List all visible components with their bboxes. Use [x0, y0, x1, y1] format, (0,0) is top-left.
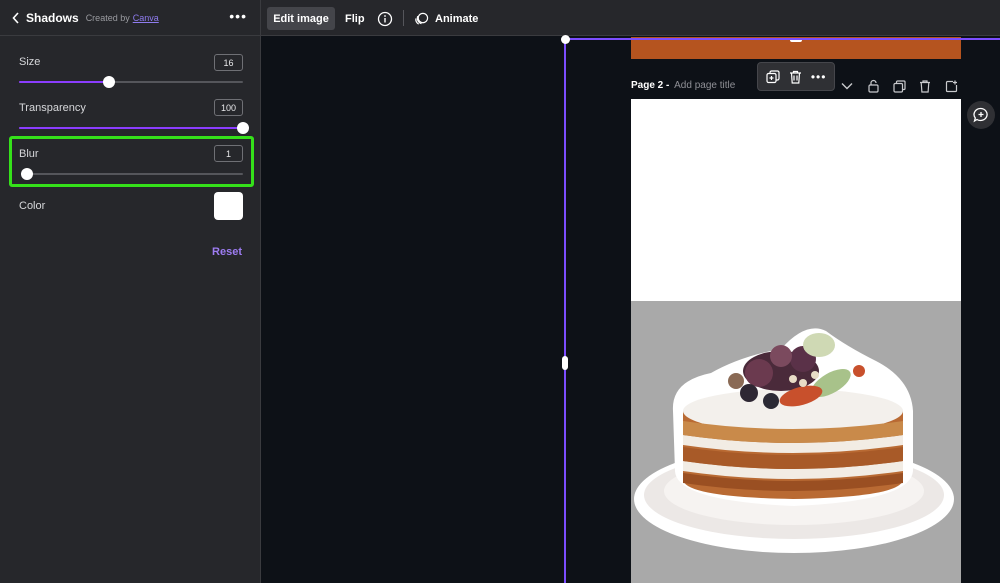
page-label: Page 2 - Add page title	[631, 80, 735, 91]
more-icon[interactable]: •••	[229, 9, 247, 23]
duplicate-icon[interactable]	[764, 68, 782, 86]
trash-icon[interactable]	[787, 68, 805, 86]
blur-input[interactable]: 1	[214, 145, 243, 162]
size-label: Size	[19, 56, 41, 68]
back-icon[interactable]	[12, 11, 22, 25]
color-swatch[interactable]	[214, 192, 243, 220]
selection-border-top	[565, 38, 1000, 40]
selection-corner-handle[interactable]	[561, 35, 570, 44]
add-page-icon[interactable]	[943, 78, 959, 94]
toolbar-divider	[403, 10, 404, 26]
panel-header: Shadows Created by Canva •••	[0, 0, 261, 36]
floating-element-toolbar: •••	[757, 62, 835, 91]
comment-icon[interactable]	[967, 101, 995, 129]
copy-page-icon[interactable]	[891, 78, 907, 94]
transparency-slider[interactable]	[19, 122, 249, 134]
transparency-label: Transparency	[19, 102, 86, 114]
selection-side-handle[interactable]	[562, 356, 568, 370]
created-by-text: Created by	[85, 12, 130, 23]
shadows-panel: Shadows Created by Canva ••• Size 16 Tra…	[0, 0, 261, 583]
page-2[interactable]	[631, 99, 961, 583]
size-input[interactable]: 16	[214, 54, 243, 71]
transparency-slider-thumb[interactable]	[237, 122, 249, 134]
animate-button[interactable]: Animate	[414, 7, 478, 30]
edit-image-button[interactable]: Edit image	[267, 7, 335, 30]
selection-border-left	[564, 39, 566, 583]
canva-editor: Shadows Created by Canva ••• Size 16 Tra…	[0, 0, 1000, 583]
transparency-input[interactable]: 100	[214, 99, 243, 116]
more-options-icon[interactable]: •••	[810, 68, 828, 86]
size-slider[interactable]	[19, 76, 243, 88]
lock-icon[interactable]	[865, 78, 881, 94]
blur-label: Blur	[19, 148, 39, 160]
reset-button[interactable]: Reset	[212, 246, 242, 258]
color-label: Color	[19, 200, 46, 212]
size-slider-thumb[interactable]	[102, 76, 115, 88]
page-number: Page 2 -	[631, 80, 670, 91]
animate-icon	[415, 12, 429, 25]
delete-page-icon[interactable]	[917, 78, 933, 94]
cake-image[interactable]	[631, 301, 961, 583]
add-page-title-input[interactable]: Add page title	[674, 80, 735, 91]
transparency-slider-fill	[19, 127, 243, 129]
blur-slider[interactable]	[21, 168, 243, 180]
flip-button[interactable]: Flip	[345, 7, 365, 30]
creator-link[interactable]: Canva	[133, 13, 159, 23]
top-toolbar: Edit image Flip Animate	[261, 0, 1000, 36]
panel-title: Shadows	[26, 10, 79, 25]
animate-label: Animate	[435, 12, 479, 25]
chevron-down-icon[interactable]	[839, 78, 855, 94]
info-icon[interactable]	[377, 7, 393, 30]
size-slider-fill	[19, 81, 109, 83]
